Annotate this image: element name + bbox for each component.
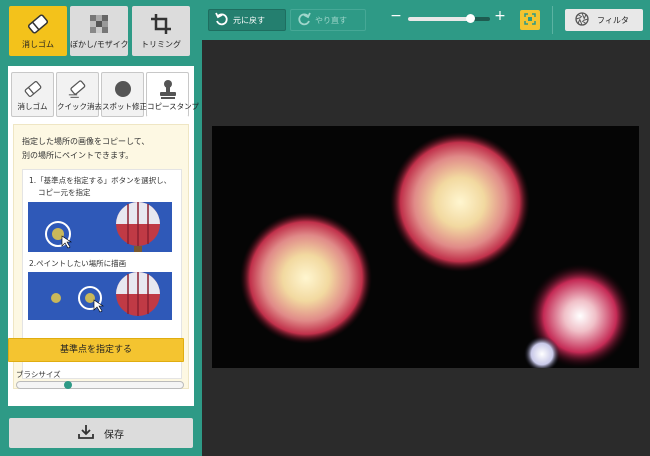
brush-size-thumb[interactable] bbox=[64, 381, 72, 389]
filter-button[interactable]: フィルタ bbox=[565, 9, 643, 31]
zoom-slider-fill bbox=[408, 17, 471, 21]
zoom-slider-thumb[interactable] bbox=[466, 14, 476, 23]
eraser-icon bbox=[9, 11, 67, 37]
step-2-text: 2.ペイントしたい場所に描画 bbox=[29, 259, 127, 268]
redo-label: やり直す bbox=[315, 15, 347, 25]
undo-button[interactable]: 元に戻す bbox=[208, 9, 286, 31]
info-text: 指定した場所の画像をコピーして、 別の場所にペイントできます。 bbox=[22, 135, 182, 163]
image-canvas[interactable] bbox=[212, 126, 639, 368]
mosaic-icon bbox=[70, 11, 128, 37]
subtab-copy-stamp[interactable]: コピースタンプ bbox=[146, 72, 199, 117]
undo-label: 元に戻す bbox=[233, 15, 265, 25]
tab-trim-label: トリミング bbox=[141, 40, 181, 49]
brush-size-slider[interactable] bbox=[16, 381, 184, 389]
aperture-icon bbox=[575, 12, 589, 28]
step-1-line-1: 1.「基準点を指定する」ボタンを選択し、 bbox=[29, 176, 172, 185]
redo-button[interactable]: やり直す bbox=[290, 9, 366, 31]
redo-icon bbox=[297, 12, 311, 28]
top-toolbar: 元に戻す やり直す − + フィルタ bbox=[202, 0, 650, 40]
brush-size-label: ブラシサイズ bbox=[16, 370, 61, 379]
firework-top bbox=[390, 132, 530, 272]
subtab-eraser-label: 消しゴム bbox=[17, 102, 48, 111]
fit-to-screen-button[interactable] bbox=[520, 10, 540, 30]
fireworks-photo bbox=[212, 126, 639, 368]
subtab-eraser[interactable]: 消しゴム bbox=[11, 72, 54, 117]
step-1-line-2: コピー元を指定 bbox=[38, 188, 91, 197]
zoom-out-button[interactable]: − bbox=[390, 8, 402, 24]
firework-left bbox=[240, 212, 372, 344]
subtab-copy-stamp-label: コピースタンプ bbox=[147, 102, 199, 111]
eraser-icon bbox=[12, 77, 53, 101]
tab-eraser[interactable]: 消しゴム bbox=[9, 6, 67, 56]
zoom-in-button[interactable]: + bbox=[494, 8, 506, 24]
tab-mosaic[interactable]: ぼかし/モザイク bbox=[70, 6, 129, 56]
subtab-spot-fix-label: スポット修正 bbox=[102, 102, 147, 111]
set-base-point-button[interactable]: 基準点を指定する bbox=[8, 338, 184, 362]
save-label: 保存 bbox=[104, 429, 124, 441]
subtab-quick-erase-label: クイック消去 bbox=[57, 102, 102, 111]
toolbar-divider bbox=[552, 6, 553, 34]
stamp-icon bbox=[147, 77, 188, 101]
spot-fix-icon bbox=[102, 77, 143, 101]
subtab-quick-erase[interactable]: クイック消去 bbox=[56, 72, 102, 117]
crop-icon bbox=[132, 11, 190, 37]
info-line-2: 別の場所にペイントできます。 bbox=[22, 151, 134, 160]
guide-photo-2 bbox=[28, 272, 172, 320]
undo-icon bbox=[215, 12, 229, 28]
subtab-spot-fix[interactable]: スポット修正 bbox=[101, 72, 147, 117]
save-button[interactable]: 保存 bbox=[9, 418, 193, 448]
tab-trim[interactable]: トリミング bbox=[132, 6, 190, 56]
download-icon bbox=[78, 424, 94, 443]
info-line-1: 指定した場所の画像をコピーして、 bbox=[22, 137, 150, 146]
filter-label: フィルタ bbox=[597, 15, 629, 25]
step-1-text: 1.「基準点を指定する」ボタンを選択し、 コピー元を指定 bbox=[29, 175, 179, 199]
fit-screen-icon bbox=[524, 12, 536, 28]
tab-eraser-label: 消しゴム bbox=[22, 40, 54, 49]
tab-mosaic-label: ぼかし/モザイク bbox=[70, 40, 129, 49]
guide-photo-1 bbox=[28, 202, 172, 252]
left-panel: 消しゴム ぼかし/モザイク トリミング 消しゴム クイック消去 スポット修正 コ… bbox=[0, 0, 202, 456]
quick-erase-icon bbox=[57, 77, 98, 101]
